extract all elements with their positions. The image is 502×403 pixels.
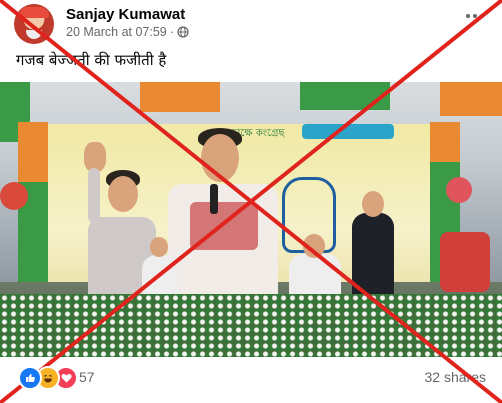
reaction-count[interactable]: 57: [79, 369, 95, 385]
seated-person: [285, 232, 345, 302]
banner-pill: [302, 124, 394, 139]
flag-decoration: [430, 122, 460, 162]
person-head: [362, 191, 384, 217]
more-options-button[interactable]: [460, 6, 490, 26]
post-image[interactable]: তাক্ষে কংগ্রেছ: [0, 82, 502, 357]
tent-stripe: [140, 82, 220, 112]
dot-icon: [480, 14, 484, 18]
flower-bouquet: [446, 177, 472, 203]
facebook-post: Sanjay Kumawat 20 March at 07:59 · गजब ब…: [0, 0, 502, 403]
microphone: [210, 184, 218, 214]
post-caption: गजब बेज्जती की फजीती है: [16, 51, 167, 69]
person-head: [201, 134, 239, 182]
gamosa-scarf: [190, 202, 258, 250]
avatar-beard: [26, 30, 42, 39]
like-icon: [18, 366, 42, 390]
flower-decoration: [0, 294, 502, 357]
seated-person: [140, 237, 180, 297]
share-count[interactable]: 32 shares: [425, 369, 486, 385]
avatar-hat: [19, 7, 49, 18]
tent-stripe: [440, 82, 502, 116]
person-head: [108, 176, 138, 212]
dot-icon: [473, 14, 477, 18]
post-timestamp[interactable]: 20 March at 07:59: [66, 25, 167, 39]
globe-icon: [177, 26, 189, 38]
flower-bouquet: [0, 182, 28, 210]
post-meta: 20 March at 07:59 ·: [66, 25, 189, 39]
meta-separator: ·: [169, 25, 174, 39]
person-head: [303, 234, 325, 258]
dot-icon: [466, 14, 470, 18]
flower-bouquet: [440, 232, 490, 292]
author-name[interactable]: Sanjay Kumawat: [66, 6, 185, 23]
standing-person: [348, 187, 398, 307]
reaction-icons[interactable]: [18, 366, 78, 390]
person-body: [142, 255, 178, 297]
tent-stripe: [300, 82, 390, 110]
flag-decoration: [18, 122, 48, 182]
person-body: [352, 213, 394, 307]
person-arm: [88, 168, 100, 223]
person-head: [150, 237, 168, 257]
author-avatar[interactable]: [14, 4, 54, 44]
